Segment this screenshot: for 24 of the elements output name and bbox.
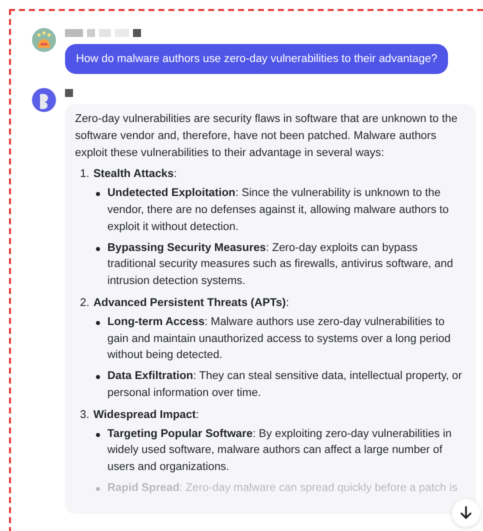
list-number: 1. xyxy=(80,167,90,182)
arrow-down-icon xyxy=(459,506,473,520)
bullet-text: Rapid Spread: Zero-day malware can spread quickly before a patch is xyxy=(107,480,458,496)
section-title: Advanced Persistent Threats (APTs): xyxy=(93,296,289,311)
bullet-icon xyxy=(96,246,100,251)
bullet-text: Long-term Access: Malware authors use zero-day vulnerabilities to gain and maintain unauthorized access to systems over a long period without being detected. xyxy=(107,314,452,364)
list-number: 3. xyxy=(80,408,90,423)
bullet-text: Data Exfiltration: They can steal sensitive data, intellectual property, or personal information over time. xyxy=(107,369,463,401)
bullet-icon xyxy=(96,375,100,380)
redacted-name xyxy=(65,88,73,98)
user-message: How do malware authors use zero-day vulnerabilities to their advantage? xyxy=(65,44,448,74)
bullet-text: Undetected Exploitation: Since the vulnerability is unknown to the vendor, there are no defenses against it, allowing malware authors to exploit it without detection. xyxy=(107,186,450,235)
list-number: 2. xyxy=(80,296,90,311)
bot-avatar-icon xyxy=(32,88,56,112)
scroll-down-button[interactable] xyxy=(452,499,480,527)
avatar-icon xyxy=(32,28,56,52)
bullet-text: Targeting Popular Software: By exploiting zero-day vulnerabilities in widely used software, malware authors can affect a large number of users and organizations. xyxy=(107,426,453,476)
bullet-text: Bypassing Security Measures: Zero-day exploits can bypass traditional security measures such as firewalls, antivirus software, and intrusion detection systems. xyxy=(107,240,454,290)
bullet-icon xyxy=(96,432,100,437)
bullet-icon xyxy=(96,320,100,325)
intro-paragraph: Zero-day vulnerabilities are security flaws in software that are unknown to the software vendor and, therefore, have not been patched. Malware authors exploit these vulnerabilities to their advantage in several ways: xyxy=(75,112,458,161)
section-title: Widespread Impact: xyxy=(93,408,199,423)
bullet-icon xyxy=(96,192,100,196)
section-title: Stealth Attacks: xyxy=(93,167,177,182)
